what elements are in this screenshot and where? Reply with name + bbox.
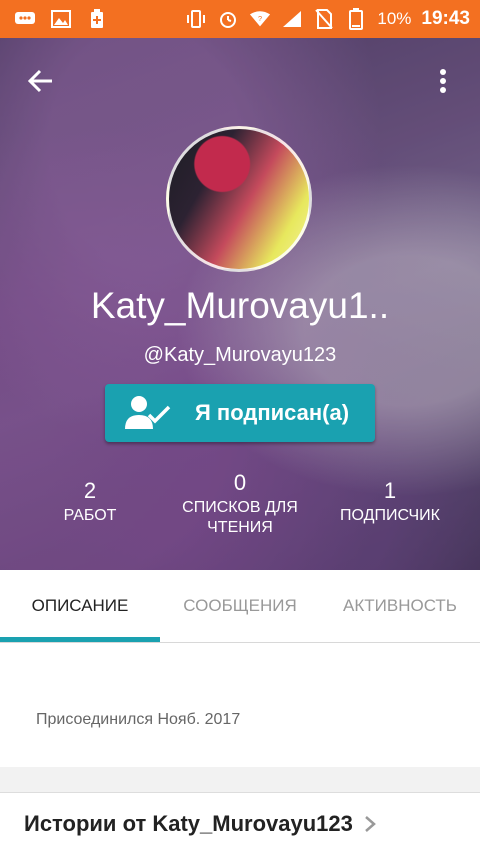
stat-label: РАБОТ — [63, 507, 117, 524]
clock: 19:43 — [421, 8, 470, 29]
cellular-signal-icon — [281, 10, 303, 28]
more-vertical-icon[interactable] — [428, 66, 458, 96]
stat-value: 2 — [83, 478, 97, 503]
vibrate-icon — [185, 10, 207, 28]
stat-followers[interactable]: 1 ПОДПИСЧИК — [330, 478, 450, 526]
tab-description[interactable]: ОПИСАНИЕ — [0, 570, 160, 642]
profile-display-name: Katy_Murovayu1.. — [90, 285, 390, 326]
following-button-label: Я подписан(а) — [195, 400, 350, 425]
alarm-icon — [217, 10, 239, 28]
status-icons-right: ? 10% 19:43 — [185, 8, 480, 30]
no-sim-icon — [313, 9, 335, 29]
chevron-right-icon — [363, 814, 377, 834]
battery-percent: 10% — [377, 9, 412, 28]
battery-saver-notification-icon — [86, 9, 108, 28]
stat-reading-lists[interactable]: 0 СПИСКОВ ДЛЯ ЧТЕНИЯ — [170, 470, 310, 538]
profile-tabs: ОПИСАНИЕ СООБЩЕНИЯ АКТИВНОСТЬ — [0, 570, 480, 643]
tab-messages[interactable]: СООБЩЕНИЯ — [160, 570, 320, 642]
svg-text:?: ? — [258, 14, 262, 23]
stat-value: 1 — [383, 478, 397, 503]
battery-icon — [345, 8, 367, 30]
profile-header: Katy_Murovayu1.. @Katy_Murovayu123 Я под… — [0, 38, 480, 570]
status-bar: ? 10% 19:43 — [0, 0, 480, 38]
joined-date: Присоединился Нояб. 2017 — [36, 711, 241, 728]
arrow-left-icon[interactable] — [24, 64, 58, 98]
stat-value: 0 — [233, 470, 247, 495]
tab-activity[interactable]: АКТИВНОСТЬ — [320, 570, 480, 642]
chat-notification-icon — [14, 10, 36, 28]
stat-works[interactable]: 2 РАБОТ — [30, 478, 150, 526]
profile-username: @Katy_Murovayu123 — [143, 344, 337, 366]
stories-section-header[interactable]: Истории от Katy_Murovayu123 — [0, 792, 480, 855]
user-check-icon — [123, 393, 173, 433]
stat-label: ПОДПИСЧИК — [340, 507, 440, 524]
wifi-icon: ? — [249, 10, 271, 28]
stat-label: СПИСКОВ ДЛЯ ЧТЕНИЯ — [182, 499, 298, 536]
following-button[interactable]: Я подписан(а) — [105, 384, 375, 442]
stories-title: Истории от Katy_Murovayu123 — [24, 811, 353, 836]
avatar[interactable] — [166, 126, 312, 272]
status-icons-left — [0, 9, 108, 28]
image-notification-icon — [50, 10, 72, 28]
description-panel: Присоединился Нояб. 2017 — [0, 643, 480, 767]
